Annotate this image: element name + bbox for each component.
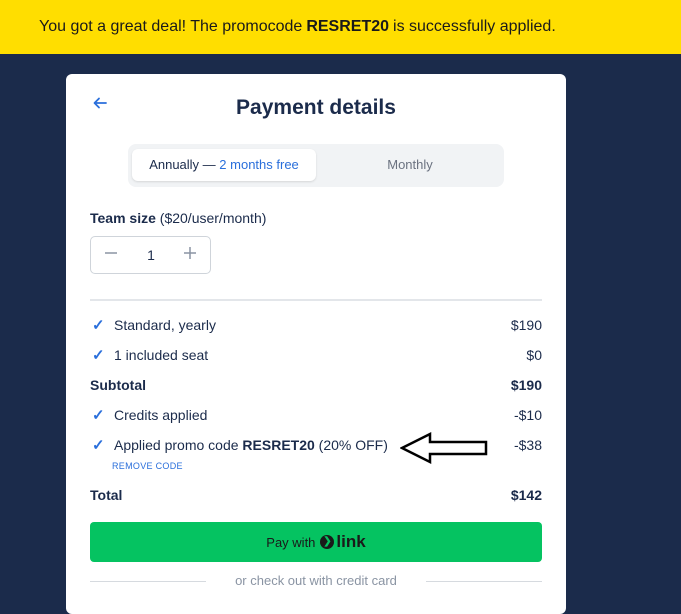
credits-row: ✓ Credits applied -$10	[90, 406, 542, 426]
promo-label: Applied promo code RESRET20 (20% OFF)	[114, 437, 388, 453]
banner-promo-code: RESRET20	[306, 18, 390, 35]
decrement-button[interactable]	[101, 245, 121, 265]
line-item: ✓ Standard, yearly $190	[90, 316, 542, 336]
total-row: Total $142	[90, 486, 542, 506]
line-item-label: 1 included seat	[114, 347, 209, 363]
remove-code-link[interactable]: REMOVE CODE	[112, 461, 183, 471]
chevron-right-icon: ❯	[320, 535, 335, 549]
line-item-amount: $190	[510, 317, 542, 333]
subtotal-label: Subtotal	[90, 377, 146, 393]
promo-code: RESRET20	[242, 437, 315, 453]
alt-checkout-separator: or check out with credit card	[90, 572, 542, 592]
pay-label: Pay with	[266, 534, 316, 550]
link-logo: ❯ link	[320, 532, 366, 552]
billing-period-toggle: Annually — 2 months free Monthly	[128, 144, 504, 187]
promo-prefix: Applied promo code	[114, 437, 239, 453]
link-brand: link	[336, 532, 366, 551]
annotation-arrow-icon	[400, 431, 488, 465]
team-size-stepper: 1	[90, 236, 211, 274]
annual-label: Annually —	[149, 157, 216, 172]
subtotal-amount: $190	[510, 377, 542, 393]
increment-button[interactable]	[180, 245, 200, 265]
promo-success-banner: You got a great deal! The promocode RESR…	[0, 0, 681, 54]
team-size-value[interactable]: 1	[131, 247, 171, 263]
divider-right	[426, 581, 542, 582]
page-title: Payment details	[236, 96, 396, 119]
line-item-label: Standard, yearly	[114, 317, 216, 333]
check-icon: ✓	[92, 437, 105, 454]
credits-amount: -$10	[513, 407, 542, 423]
promo-amount: -$38	[513, 437, 542, 453]
tab-monthly[interactable]: Monthly	[320, 149, 500, 181]
total-amount: $142	[510, 487, 542, 503]
team-size-title: Team size	[90, 210, 156, 226]
summary-divider	[90, 299, 542, 301]
pay-with-link-button[interactable]: Pay with ❯ link	[90, 522, 542, 562]
check-icon: ✓	[92, 347, 105, 364]
check-icon: ✓	[92, 317, 105, 334]
banner-prefix: You got a great deal! The promocode	[39, 18, 303, 35]
tab-annually[interactable]: Annually — 2 months free	[132, 149, 316, 181]
payment-card: Payment details Annually — 2 months free…	[66, 74, 566, 614]
team-size-label: Team size ($20/user/month)	[90, 210, 266, 226]
check-icon: ✓	[92, 407, 105, 424]
total-label: Total	[90, 487, 123, 503]
annual-badge: 2 months free	[219, 157, 299, 172]
promo-suffix: (20% OFF)	[318, 437, 388, 453]
credits-label: Credits applied	[114, 407, 208, 423]
team-size-price: ($20/user/month)	[159, 210, 267, 226]
line-item: ✓ 1 included seat $0	[90, 346, 542, 366]
subtotal-row: Subtotal $190	[90, 376, 542, 396]
line-item-amount: $0	[526, 347, 542, 363]
banner-suffix: is successfully applied.	[393, 18, 556, 35]
